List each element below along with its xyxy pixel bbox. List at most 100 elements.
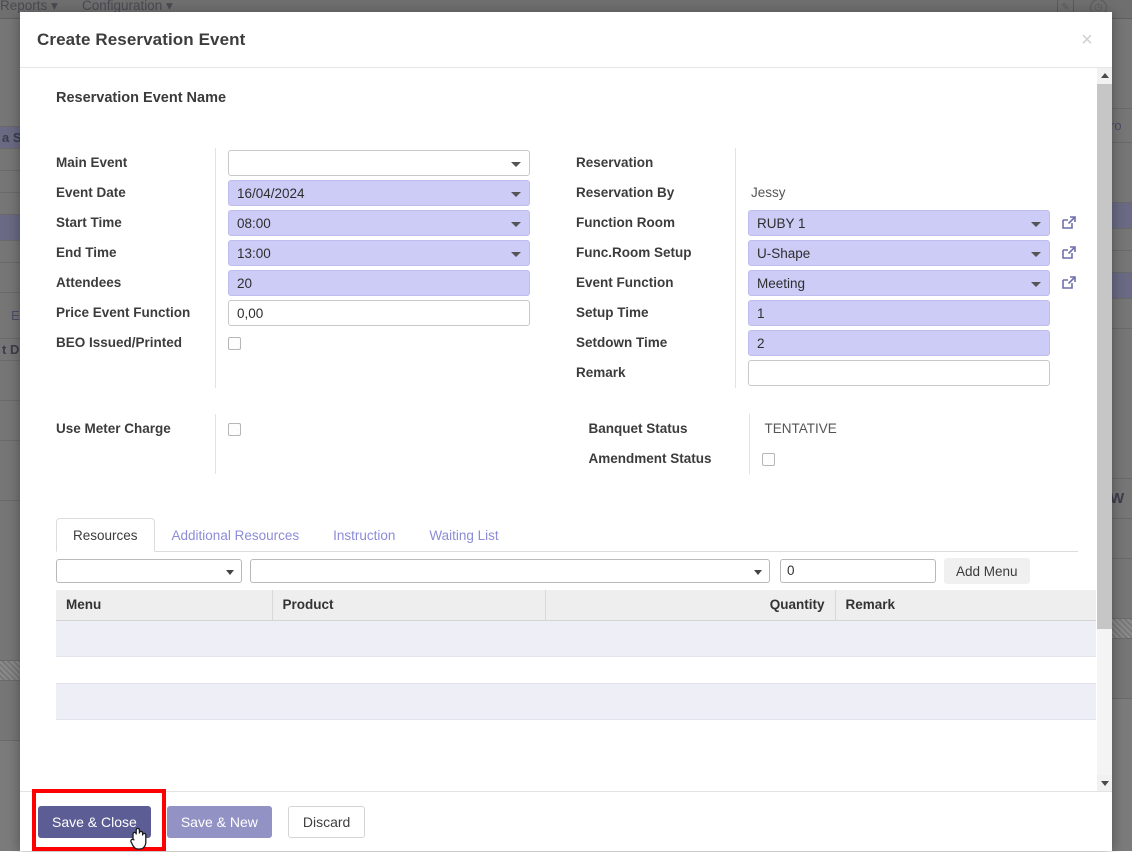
form-secondary-right: Banquet Status Amendment Status TENTATIV… <box>571 414 1079 474</box>
remark-input[interactable] <box>748 360 1050 386</box>
field-row: TENTATIVE <box>762 414 1079 444</box>
save-close-button[interactable]: Save & Close <box>38 806 151 838</box>
dialog-scroll-content: Reservation Event Name Main Event Event … <box>20 68 1096 791</box>
dialog-scrollbar[interactable] <box>1096 68 1112 791</box>
field-row: 08:00 <box>228 208 533 238</box>
cell-product <box>272 683 545 719</box>
cell-quantity <box>545 620 835 656</box>
menu-select[interactable] <box>56 559 242 583</box>
label-event-function: Event Function <box>558 268 725 298</box>
use-meter-charge-checkbox[interactable] <box>228 423 241 436</box>
label-func-room-setup: Func.Room Setup <box>558 238 725 268</box>
cell-quantity <box>545 683 835 719</box>
cell-remark <box>835 683 1096 719</box>
beo-issued-printed-checkbox[interactable] <box>228 337 241 350</box>
field-row: 13:00 <box>228 238 533 268</box>
attendees-input[interactable]: 20 <box>228 270 530 296</box>
event-function-select[interactable]: Meeting <box>748 270 1050 296</box>
field-row: 16/04/2024 <box>228 178 533 208</box>
event-date-select[interactable]: 16/04/2024 <box>228 180 530 206</box>
save-new-button[interactable]: Save & New <box>167 806 272 838</box>
label-attendees: Attendees <box>38 268 205 298</box>
column-header-product[interactable]: Product <box>272 590 545 620</box>
cell-menu <box>56 620 272 656</box>
function-room-select[interactable]: RUBY 1 <box>748 210 1050 236</box>
function-room-external-link-icon[interactable] <box>1060 214 1078 232</box>
resources-table: Menu Product Quantity Remark <box>56 590 1096 657</box>
label-main-event: Main Event <box>38 148 205 178</box>
column-header-remark[interactable]: Remark <box>835 590 1096 620</box>
dialog-body: Reservation Event Name Main Event Event … <box>20 68 1112 791</box>
column-header-quantity[interactable]: Quantity <box>545 590 835 620</box>
field-row: Meeting <box>748 268 1078 298</box>
form-secondary-right-labels: Banquet Status Amendment Status <box>571 414 749 474</box>
field-row <box>228 148 533 178</box>
tab-bar: Resources Additional Resources Instructi… <box>56 518 1078 552</box>
main-event-select[interactable] <box>228 150 530 176</box>
setdown-time-input[interactable]: 2 <box>748 330 1050 356</box>
start-time-select[interactable]: 08:00 <box>228 210 530 236</box>
func-room-setup-external-link-icon[interactable] <box>1060 244 1078 262</box>
func-room-setup-select[interactable]: U-Shape <box>748 240 1050 266</box>
field-row: Jessy <box>748 178 1078 208</box>
form-secondary-left-fields <box>215 414 546 474</box>
tab-resources[interactable]: Resources <box>56 518 155 552</box>
form-right-fields: Jessy RUBY 1 <box>735 148 1078 388</box>
label-use-meter-charge: Use Meter Charge <box>38 414 205 444</box>
tab-additional-resources[interactable]: Additional Resources <box>155 518 317 552</box>
field-row: U-Shape <box>748 238 1078 268</box>
tab-instruction[interactable]: Instruction <box>316 518 412 552</box>
scrollbar-track[interactable] <box>1097 84 1112 775</box>
field-row: RUBY 1 <box>748 208 1078 238</box>
table-row[interactable] <box>56 683 1096 719</box>
background-row-text: E <box>0 293 22 339</box>
background-row-selected: a S <box>0 127 22 149</box>
form-left-fields: 16/04/2024 08:00 13:00 20 0,00 <box>215 148 533 388</box>
close-icon[interactable]: × <box>1074 26 1100 52</box>
reservation-by-value: Jessy <box>748 178 786 208</box>
form-main: Main Event Event Date Start Time End Tim… <box>38 148 1078 388</box>
column-header-menu[interactable]: Menu <box>56 590 272 620</box>
product-select[interactable] <box>250 559 770 583</box>
quantity-input[interactable]: 0 <box>780 559 936 583</box>
scroll-down-icon[interactable] <box>1097 775 1112 791</box>
amendment-status-checkbox[interactable] <box>762 453 775 466</box>
setup-time-input[interactable]: 1 <box>748 300 1050 326</box>
add-menu-row: 0 Add Menu <box>56 558 1078 584</box>
form-secondary-left: Use Meter Charge <box>38 414 546 474</box>
event-function-external-link-icon[interactable] <box>1060 274 1078 292</box>
form-secondary: Use Meter Charge Banquet Status Amendmen… <box>38 414 1078 474</box>
dialog-title: Create Reservation Event <box>37 30 245 50</box>
cell-remark <box>835 620 1096 656</box>
scrollbar-thumb[interactable] <box>1097 84 1112 629</box>
dialog-header: Create Reservation Event × <box>20 12 1112 68</box>
tab-waiting-list[interactable]: Waiting List <box>412 518 515 552</box>
field-row <box>762 444 1079 474</box>
reservation-event-name-label: Reservation Event Name <box>56 90 1078 106</box>
table-row[interactable] <box>56 620 1096 656</box>
field-row: 1 <box>748 298 1078 328</box>
resources-table-footer <box>56 683 1096 720</box>
background-table-left-sliver: a S E t D <box>0 19 22 851</box>
cell-menu <box>56 683 272 719</box>
scroll-up-icon[interactable] <box>1097 68 1112 84</box>
field-row <box>228 414 546 444</box>
field-row: 20 <box>228 268 533 298</box>
label-banquet-status: Banquet Status <box>571 414 739 444</box>
label-price-event-function: Price Event Function <box>38 298 205 328</box>
add-menu-button[interactable]: Add Menu <box>944 558 1030 584</box>
resources-tabs-section: Resources Additional Resources Instructi… <box>56 518 1078 720</box>
background-row-text-2: t D <box>0 339 22 361</box>
end-time-select[interactable]: 13:00 <box>228 240 530 266</box>
price-event-function-input[interactable]: 0,00 <box>228 300 530 326</box>
field-row <box>748 358 1078 388</box>
field-row <box>748 148 1078 178</box>
dialog-footer: Save & Close Save & New Discard <box>20 791 1112 851</box>
label-beo-issued-printed: BEO Issued/Printed <box>38 328 205 358</box>
discard-button[interactable]: Discard <box>288 806 365 838</box>
label-start-time: Start Time <box>38 208 205 238</box>
form-secondary-left-labels: Use Meter Charge <box>38 414 215 474</box>
form-left-labels: Main Event Event Date Start Time End Tim… <box>38 148 215 388</box>
label-reservation-by: Reservation By <box>558 178 725 208</box>
form-secondary-right-fields: TENTATIVE <box>749 414 1079 474</box>
